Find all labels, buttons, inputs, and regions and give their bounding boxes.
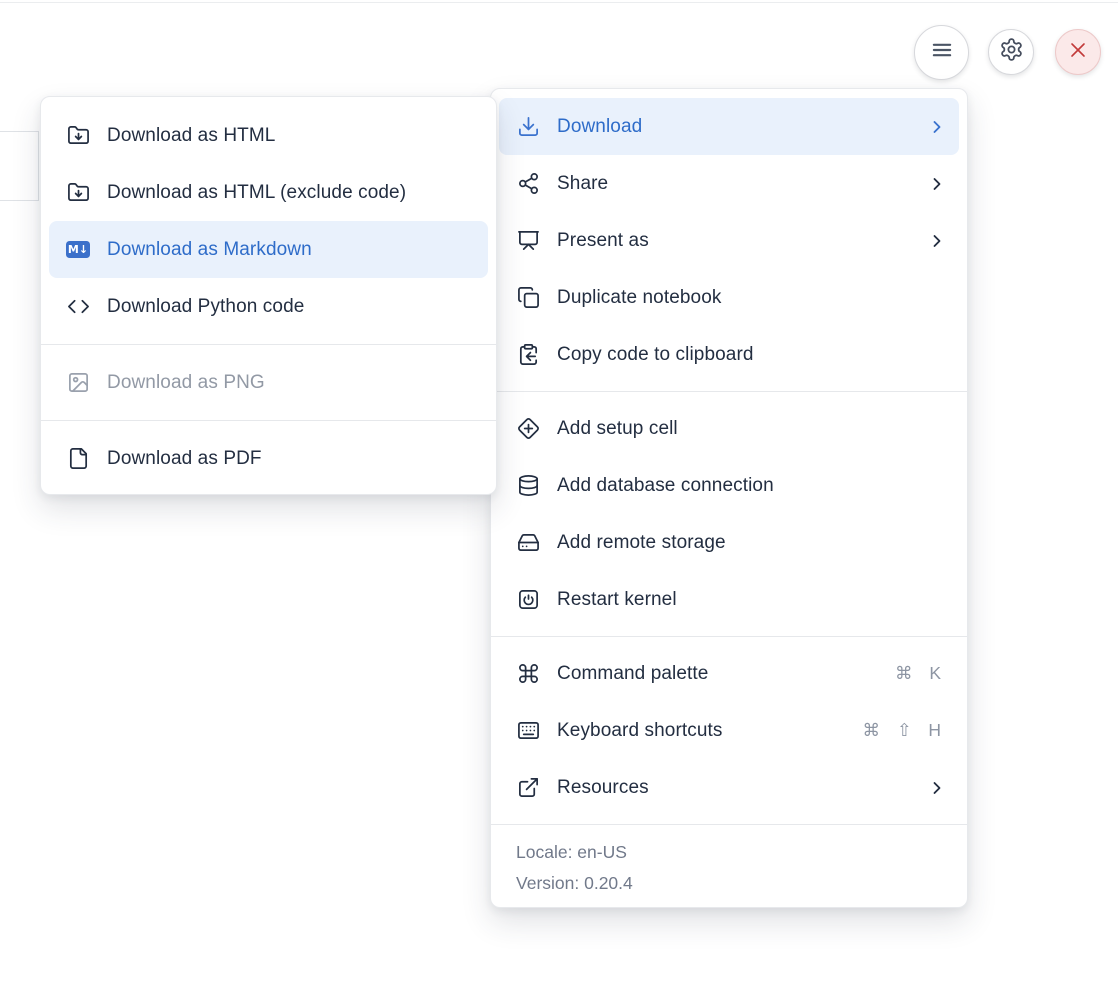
- menu-item-label: Download as PNG: [107, 372, 476, 394]
- menu-separator: [41, 344, 496, 345]
- menu-item-label: Share: [557, 173, 927, 195]
- image-icon: [66, 371, 90, 395]
- power-icon: [516, 588, 540, 612]
- menu-item-label: Download Python code: [107, 296, 476, 318]
- menu-item-label: Resources: [557, 777, 927, 799]
- markdown-icon: M↓: [66, 238, 90, 262]
- keyboard-shortcut-hint: ⌘ ⇧ H: [862, 720, 947, 741]
- page-top-divider: [0, 2, 1118, 3]
- menu-footer: Locale: en-US Version: 0.20.4: [491, 833, 967, 907]
- menu-item-add-database-connection[interactable]: Add database connection: [491, 457, 967, 514]
- menu-separator: [491, 824, 967, 825]
- menu-separator: [491, 636, 967, 637]
- menu-item-duplicate-notebook[interactable]: Duplicate notebook: [491, 269, 967, 326]
- chevron-right-icon: [927, 231, 947, 251]
- locale-text: Locale: en-US: [516, 837, 942, 868]
- menu-item-label: Download as HTML (exclude code): [107, 182, 476, 204]
- menu-separator: [41, 420, 496, 421]
- code-icon: [66, 295, 90, 319]
- menu-item-label: Copy code to clipboard: [557, 344, 947, 366]
- background-cell-border-right: [38, 131, 39, 201]
- menu-item-label: Duplicate notebook: [557, 287, 947, 309]
- duplicate-icon: [516, 286, 540, 310]
- submenu-item-download-markdown[interactable]: M↓ Download as Markdown: [49, 221, 488, 278]
- menu-item-restart-kernel[interactable]: Restart kernel: [491, 571, 967, 628]
- menu-separator: [491, 391, 967, 392]
- submenu-item-download-python-code[interactable]: Download Python code: [41, 278, 496, 335]
- notebook-menu-button[interactable]: [914, 25, 969, 80]
- menu-item-label: Download: [557, 116, 927, 138]
- menu-item-label: Keyboard shortcuts: [557, 720, 862, 742]
- settings-button[interactable]: [988, 29, 1034, 75]
- menu-item-add-setup-cell[interactable]: Add setup cell: [491, 400, 967, 457]
- keyboard-icon: [516, 719, 540, 743]
- menu-item-resources[interactable]: Resources: [491, 759, 967, 816]
- submenu-item-download-html-exclude-code[interactable]: Download as HTML (exclude code): [41, 164, 496, 221]
- share-icon: [516, 172, 540, 196]
- file-icon: [66, 447, 90, 471]
- menu-item-label: Command palette: [557, 663, 895, 685]
- menu-item-label: Add database connection: [557, 475, 947, 497]
- menu-item-present-as[interactable]: Present as: [491, 212, 967, 269]
- notebook-actions-menu: Download Share Present as Duplicate note…: [490, 88, 968, 908]
- menu-item-download[interactable]: Download: [499, 98, 959, 155]
- menu-item-label: Download as Markdown: [107, 239, 476, 261]
- menu-item-label: Add setup cell: [557, 418, 947, 440]
- presentation-icon: [516, 229, 540, 253]
- menu-item-label: Restart kernel: [557, 589, 947, 611]
- submenu-item-download-png[interactable]: Download as PNG: [41, 354, 496, 411]
- folder-down-icon: [66, 124, 90, 148]
- gear-icon: [999, 37, 1024, 67]
- menu-item-label: Download as HTML: [107, 125, 476, 147]
- shutdown-button[interactable]: [1055, 29, 1101, 75]
- download-icon: [516, 115, 540, 139]
- hard-drive-icon: [516, 531, 540, 555]
- menu-item-add-remote-storage[interactable]: Add remote storage: [491, 514, 967, 571]
- submenu-item-download-pdf[interactable]: Download as PDF: [41, 430, 496, 487]
- menu-item-command-palette[interactable]: Command palette ⌘ K: [491, 645, 967, 702]
- database-icon: [516, 474, 540, 498]
- chevron-right-icon: [927, 174, 947, 194]
- download-submenu: Download as HTML Download as HTML (exclu…: [40, 96, 497, 495]
- clipboard-copy-icon: [516, 343, 540, 367]
- menu-item-share[interactable]: Share: [491, 155, 967, 212]
- chevron-right-icon: [927, 117, 947, 137]
- menu-item-copy-code[interactable]: Copy code to clipboard: [491, 326, 967, 383]
- external-link-icon: [516, 776, 540, 800]
- close-icon: [1066, 38, 1090, 67]
- hamburger-icon: [929, 37, 955, 68]
- menu-item-label: Present as: [557, 230, 927, 252]
- keyboard-shortcut-hint: ⌘ K: [895, 663, 947, 684]
- menu-item-label: Add remote storage: [557, 532, 947, 554]
- command-icon: [516, 662, 540, 686]
- menu-item-label: Download as PDF: [107, 448, 476, 470]
- diamond-plus-icon: [516, 417, 540, 441]
- folder-down-icon: [66, 181, 90, 205]
- chevron-right-icon: [927, 778, 947, 798]
- background-cell-border-bottom: [0, 200, 39, 201]
- submenu-item-download-html[interactable]: Download as HTML: [41, 107, 496, 164]
- menu-item-keyboard-shortcuts[interactable]: Keyboard shortcuts ⌘ ⇧ H: [491, 702, 967, 759]
- background-cell-border-top: [0, 131, 39, 132]
- version-text: Version: 0.20.4: [516, 868, 942, 899]
